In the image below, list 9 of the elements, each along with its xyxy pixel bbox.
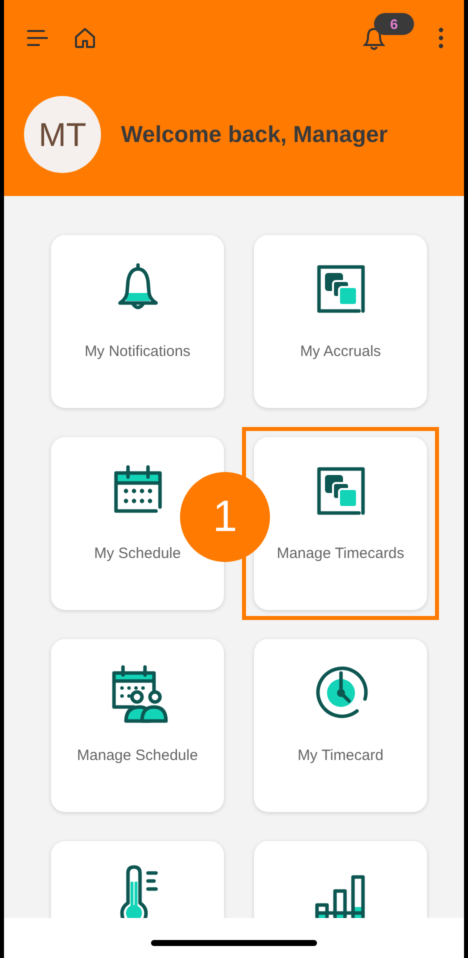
tile-label: My Notifications [84, 342, 190, 362]
tile-label: Manage Schedule [77, 746, 198, 766]
notification-badge: 6 [374, 13, 414, 35]
avatar: MT [24, 96, 101, 173]
tile-label: My Accruals [300, 342, 381, 362]
tile-label: My Schedule [94, 544, 181, 564]
welcome-text: Welcome back, Manager [121, 120, 388, 150]
tile-label: Manage Timecards [276, 544, 404, 564]
tile-label: My Timecard [298, 746, 384, 766]
